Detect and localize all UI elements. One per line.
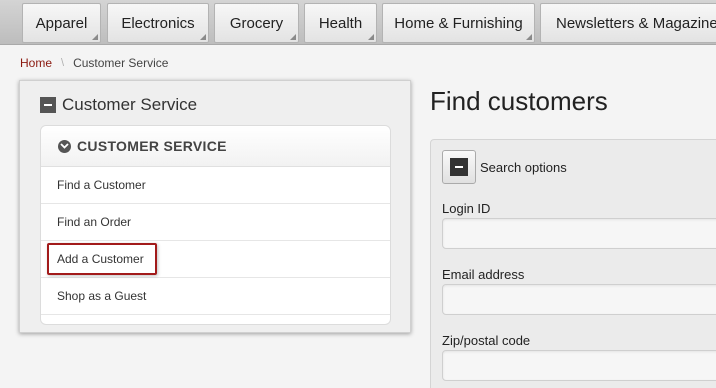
menu-title: CUSTOMER SERVICE	[77, 138, 227, 154]
menu-item-label: Shop as a Guest	[57, 289, 147, 303]
tab-label: Newsletters & Magazines	[556, 14, 716, 32]
email-address-label: Email address	[442, 267, 525, 282]
login-id-label: Login ID	[442, 201, 491, 216]
dropdown-corner-icon	[368, 34, 374, 40]
chevron-down-icon	[58, 139, 71, 153]
tab-label: Grocery	[229, 14, 284, 32]
search-options-header: Search options	[442, 150, 567, 184]
menu-item-label: Find an Order	[57, 215, 132, 229]
minus-icon	[450, 158, 468, 176]
highlight-box	[47, 243, 157, 275]
tab-apparel[interactable]: Apparel	[22, 3, 101, 43]
menu-item-find-customer[interactable]: Find a Customer	[41, 167, 390, 204]
zip-code-label: Zip/postal code	[442, 333, 531, 348]
customer-service-panel: Customer Service CUSTOMER SERVICE Find a…	[19, 80, 411, 333]
search-options-box: Search options Login ID Email address Zi…	[430, 139, 716, 388]
menu-item-shop-as-guest[interactable]: Shop as a Guest	[41, 278, 390, 315]
tab-grocery[interactable]: Grocery	[214, 3, 299, 43]
tab-electronics[interactable]: Electronics	[107, 3, 209, 43]
tab-label: Home & Furnishing	[394, 14, 523, 32]
breadcrumb-separator: \	[61, 57, 65, 69]
menu-item-label: Find a Customer	[57, 178, 146, 192]
panel-header: Customer Service	[40, 95, 197, 115]
tab-health[interactable]: Health	[304, 3, 377, 43]
collapse-icon[interactable]	[40, 97, 56, 113]
dropdown-corner-icon	[526, 34, 532, 40]
zip-code-input[interactable]	[442, 350, 716, 381]
menu-header[interactable]: CUSTOMER SERVICE	[41, 126, 390, 167]
breadcrumb-home-link[interactable]: Home	[20, 56, 52, 70]
dropdown-corner-icon	[200, 34, 206, 40]
tab-newsletters-magazines[interactable]: Newsletters & Magazines	[540, 3, 716, 43]
breadcrumb: Home \ Customer Service	[20, 56, 168, 70]
email-address-input[interactable]	[442, 284, 716, 315]
dropdown-corner-icon	[92, 34, 98, 40]
login-id-input[interactable]	[442, 218, 716, 249]
category-nav-bar: Apparel Electronics Grocery Health Home …	[0, 0, 716, 45]
collapse-search-button[interactable]	[442, 150, 476, 184]
dropdown-corner-icon	[290, 34, 296, 40]
tab-label: Health	[318, 14, 363, 32]
menu-item-find-order[interactable]: Find an Order	[41, 204, 390, 241]
tab-label: Apparel	[35, 14, 88, 32]
page-title: Find customers	[430, 86, 608, 116]
panel-title: Customer Service	[62, 95, 198, 114]
tab-home-furnishing[interactable]: Home & Furnishing	[382, 3, 535, 43]
search-options-label: Search options	[480, 159, 567, 175]
breadcrumb-current: Customer Service	[73, 56, 169, 70]
tab-label: Electronics	[121, 14, 195, 32]
menu-item-add-customer[interactable]: Add a Customer	[41, 241, 390, 278]
customer-service-menu: CUSTOMER SERVICE Find a Customer Find an…	[40, 125, 391, 325]
